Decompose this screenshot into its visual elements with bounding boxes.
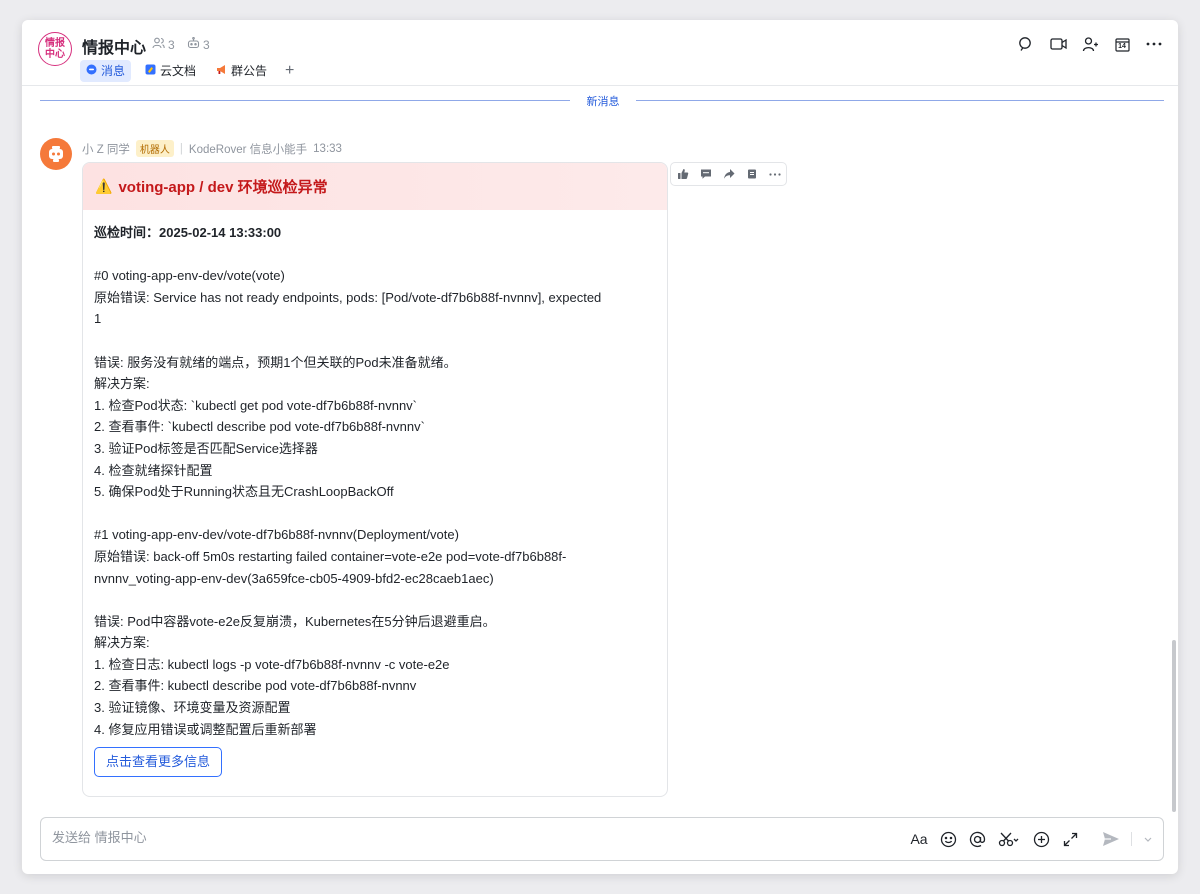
scrollbar[interactable] <box>1172 640 1176 812</box>
video-call-icon[interactable] <box>1048 34 1068 54</box>
inspect-time: 巡检时间：2025-02-14 13:33:00 <box>94 225 282 240</box>
bot-count[interactable]: 3 <box>187 36 210 52</box>
add-member-icon[interactable] <box>1080 34 1100 54</box>
divider-line-right <box>636 100 1164 101</box>
new-messages-label: 新消息 <box>586 96 620 108</box>
chat-tabs: 消息 云文档 群公告 + <box>80 60 298 82</box>
calendar-icon[interactable]: 14 <box>1112 34 1132 54</box>
card-header: ⚠️ voting-app / dev 环境巡检异常 <box>83 163 667 210</box>
mention-icon[interactable] <box>968 829 986 849</box>
more-icon[interactable] <box>1144 34 1164 54</box>
member-count-value: 3 <box>168 37 175 52</box>
bot-icon <box>187 36 200 52</box>
card-body: 巡检时间：2025-02-14 13:33:00 #0 voting-app-e… <box>83 210 667 778</box>
bot-badge: 机器人 <box>135 140 174 157</box>
thumbs-up-icon[interactable] <box>671 163 694 185</box>
issue-block-3: 错误: Pod中容器vote-e2e反复崩溃，Kubernetes在5分钟后退避… <box>94 613 496 737</box>
card-title: voting-app / dev 环境巡检异常 <box>118 179 328 196</box>
members-icon <box>152 37 165 52</box>
group-avatar[interactable]: 情报 中心 <box>38 32 72 66</box>
message-source: KodeRover 信息小能手 <box>188 143 308 156</box>
issue-block-2: #1 voting-app-env-dev/vote-df7b6b88f-nvn… <box>94 527 567 586</box>
tab-announcement[interactable]: 群公告 <box>210 60 273 82</box>
divider-line-left <box>40 100 570 101</box>
bot-avatar[interactable] <box>40 138 72 170</box>
group-avatar-line2: 中心 <box>45 49 65 60</box>
robot-icon <box>49 146 63 162</box>
message-time: 13:33 <box>313 142 342 155</box>
scissors-icon[interactable] <box>997 829 1021 849</box>
tab-messages[interactable]: 消息 <box>80 60 132 82</box>
add-tab-button[interactable]: + <box>281 62 298 80</box>
doc-icon <box>145 60 156 82</box>
chat-header: 情报 中心 情报中心 3 3 消息 云文档 群公告 + 14 <box>22 20 1178 86</box>
warning-icon: ⚠️ <box>95 178 113 194</box>
sender-name[interactable]: 小 Z 同学 <box>82 141 130 157</box>
bot-count-value: 3 <box>203 37 210 52</box>
pin-icon[interactable] <box>740 163 763 185</box>
composer-tools: Aa <box>910 829 1153 849</box>
message-composer: Aa <box>40 817 1164 861</box>
chat-bubble-icon <box>86 60 97 82</box>
calendar-day: 14 <box>1118 42 1126 50</box>
tab-messages-label: 消息 <box>101 64 126 78</box>
tab-docs-label: 云文档 <box>160 64 197 78</box>
send-separator <box>1131 832 1132 846</box>
header-toolbar: 14 <box>1016 34 1164 54</box>
tab-announcement-label: 群公告 <box>231 64 268 78</box>
send-icon[interactable] <box>1102 829 1120 849</box>
sender-separator: | <box>179 142 183 155</box>
format-label: Aa <box>910 831 928 847</box>
issue-block-0: #0 voting-app-env-dev/vote(vote) 原始错误: S… <box>94 268 602 327</box>
forward-icon[interactable] <box>717 163 740 185</box>
chevron-down-icon[interactable] <box>1143 829 1153 849</box>
tab-docs[interactable]: 云文档 <box>139 60 202 82</box>
emoji-icon[interactable] <box>939 829 957 849</box>
member-count[interactable]: 3 <box>152 37 175 52</box>
chat-window: 情报 中心 情报中心 3 3 消息 云文档 群公告 + 14 新消息 小 Z 同… <box>22 20 1178 874</box>
group-title[interactable]: 情报中心 <box>82 34 146 58</box>
plus-circle-icon[interactable] <box>1032 829 1050 849</box>
reply-icon[interactable] <box>694 163 717 185</box>
view-more-button[interactable]: 点击查看更多信息 <box>94 747 223 778</box>
megaphone-icon <box>216 60 227 82</box>
message-input[interactable] <box>52 830 652 845</box>
message-more-icon[interactable] <box>763 163 786 185</box>
issue-block-1: 错误: 服务没有就绪的端点，预期1个但关联的Pod未准备就绪。 解决方案: 1.… <box>94 354 457 500</box>
new-messages-divider: 新消息 <box>40 96 1164 108</box>
alert-card: ⚠️ voting-app / dev 环境巡检异常 巡检时间：2025-02-… <box>82 162 668 797</box>
search-icon[interactable] <box>1016 34 1036 54</box>
group-avatar-line1: 情报 <box>45 38 65 49</box>
sender-line: 小 Z 同学 机器人 | KodeRover 信息小能手 13:33 <box>82 140 342 157</box>
message-actions <box>670 162 787 186</box>
format-icon[interactable]: Aa <box>910 829 928 849</box>
expand-icon[interactable] <box>1061 829 1079 849</box>
